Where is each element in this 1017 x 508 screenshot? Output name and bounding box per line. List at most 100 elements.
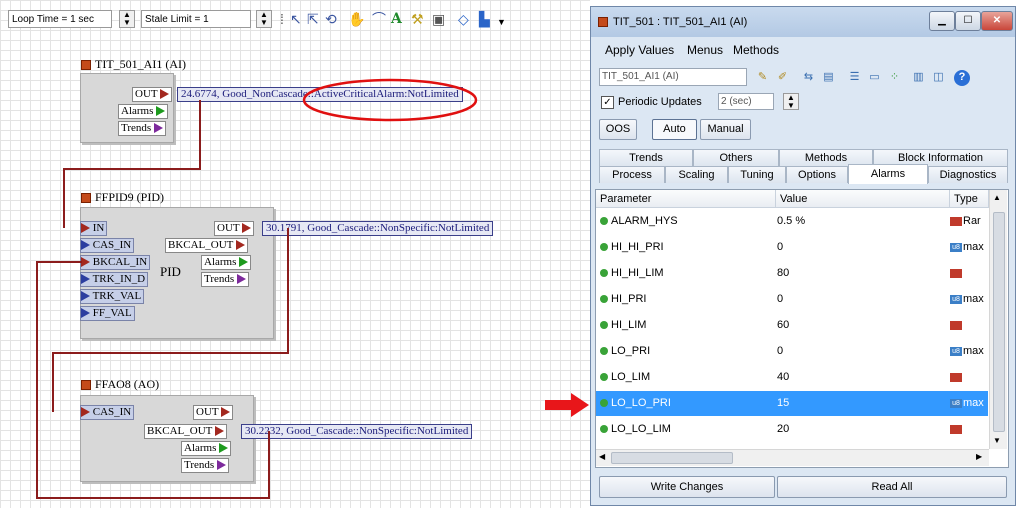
pointer-icon[interactable]: ↖ <box>290 12 302 26</box>
table-row[interactable]: HI_HI_LIM 80 <box>596 261 988 286</box>
monitor-icon[interactable]: ▭ <box>867 70 882 85</box>
pid-trends-port[interactable]: Trends <box>201 272 249 287</box>
table-row[interactable]: HI_PRI 0 u8 max <box>596 287 988 312</box>
mode-manual-button[interactable]: Manual <box>700 119 751 140</box>
ao-bkcal-out-port[interactable]: BKCAL_OUT <box>144 424 227 439</box>
compare-icon[interactable]: ⇆ <box>801 70 816 85</box>
tools-icon[interactable]: ⚒ <box>411 12 424 26</box>
pid-ff-val-port[interactable]: FF_VAL <box>80 306 135 321</box>
wire[interactable] <box>52 352 289 354</box>
interval-spinner[interactable]: ▲ ▼ <box>783 93 799 110</box>
scroll-thumb[interactable] <box>611 452 733 464</box>
color-icon[interactable]: ▙ <box>479 12 490 26</box>
tab-process[interactable]: Process <box>599 166 665 183</box>
tab-diagnostics[interactable]: Diagnostics <box>928 166 1008 183</box>
wire[interactable] <box>199 100 201 170</box>
pid-in-port[interactable]: IN <box>80 221 108 236</box>
close-button[interactable]: ✕ <box>981 11 1013 31</box>
help-icon[interactable]: ? <box>954 70 970 86</box>
tab-trends[interactable]: Trends <box>599 149 693 166</box>
wire[interactable] <box>52 352 54 412</box>
wire[interactable] <box>36 497 270 499</box>
stale-limit-spinner[interactable]: ▲ ▼ <box>256 10 272 28</box>
vertical-scrollbar[interactable]: ▲ ▼ <box>989 190 1007 449</box>
network-icon[interactable]: ⁘ <box>887 70 902 85</box>
table-row[interactable]: LO_PRI 0 u8 max <box>596 339 988 364</box>
text-icon[interactable]: A <box>391 12 402 26</box>
ai-block-title[interactable]: TIT_501_AI1 (AI) <box>81 57 186 72</box>
ao-alarms-port[interactable]: Alarms <box>181 441 232 456</box>
table-row-selected[interactable]: LO_LO_PRI 15 u8 max <box>596 391 988 416</box>
wire[interactable] <box>287 228 289 353</box>
scroll-down-icon[interactable]: ▼ <box>993 436 1001 445</box>
save-icon[interactable]: ▤ <box>821 70 836 85</box>
menu-apply-values[interactable]: Apply Values <box>605 43 674 57</box>
hand-icon[interactable]: ✋ <box>348 12 365 26</box>
horizontal-scrollbar[interactable]: ◀ ▶ <box>596 449 989 466</box>
parameter-grid[interactable]: Parameter Value Type ALARM_HYS 0.5 % Rar H… <box>595 189 1009 468</box>
tag-field[interactable]: TIT_501_AI1 (AI) <box>599 68 747 86</box>
wire[interactable] <box>63 168 65 228</box>
stale-limit-field[interactable]: Stale Limit = 1 <box>141 10 251 28</box>
scroll-up-icon[interactable]: ▲ <box>993 193 1001 202</box>
loop-time-field[interactable]: Loop Time = 1 sec <box>8 10 112 28</box>
rotate-icon[interactable]: ⟲ <box>325 12 337 26</box>
wire[interactable] <box>63 168 201 170</box>
wire[interactable] <box>268 431 270 499</box>
column-header-parameter[interactable]: Parameter <box>596 190 776 208</box>
pid-out-port[interactable]: OUT <box>214 221 255 236</box>
write-changes-button[interactable]: Write Changes <box>599 476 775 498</box>
connect-icon[interactable]: ⌒ <box>372 12 386 26</box>
column-header-type[interactable]: Type <box>950 190 989 208</box>
minimize-button[interactable]: ▁ <box>929 11 955 31</box>
diagram-canvas[interactable]: Loop Time = 1 sec ▲ ▼ Stale Limit = 1 ▲ ▼ … <box>0 0 590 508</box>
pid-trk-val-port[interactable]: TRK_VAL <box>80 289 145 304</box>
edit-all-icon[interactable]: ✐ <box>775 70 790 85</box>
pid-out-value[interactable]: 30.1791, Good_Cascade::NonSpecific:NotLi… <box>262 221 494 236</box>
menu-menus[interactable]: Menus <box>687 43 723 57</box>
menu-methods[interactable]: Methods <box>733 43 779 57</box>
tab-tuning[interactable]: Tuning <box>728 166 786 183</box>
diamond-icon[interactable]: ◇ <box>458 12 469 26</box>
layout-split-icon[interactable]: ◫ <box>931 70 946 85</box>
ao-block-title[interactable]: FFAO8 (AO) <box>81 377 159 392</box>
list-icon[interactable]: ☰ <box>847 70 862 85</box>
loop-time-spinner[interactable]: ▲ ▼ <box>119 10 135 28</box>
table-row[interactable]: LO_LIM 40 <box>596 365 988 390</box>
table-row[interactable]: ALARM_HYS 0.5 % Rar <box>596 209 988 234</box>
wire[interactable] <box>36 261 38 499</box>
tab-others[interactable]: Others <box>693 149 779 166</box>
select-icon[interactable]: ⇱ <box>307 12 319 26</box>
table-row[interactable]: HI_HI_PRI 0 u8 max <box>596 235 988 260</box>
pid-alarms-port[interactable]: Alarms <box>201 255 252 270</box>
pid-trk-in-d-port[interactable]: TRK_IN_D <box>80 272 149 287</box>
table-row[interactable]: HI_LIM 60 <box>596 313 988 338</box>
tab-scaling[interactable]: Scaling <box>665 166 728 183</box>
ao-out-value[interactable]: 30.2232, Good_Cascade::NonSpecific:NotLi… <box>241 424 473 439</box>
read-all-button[interactable]: Read All <box>777 476 1007 498</box>
dialog-titlebar[interactable]: TIT_501 : TIT_501_AI1 (AI) ▁ ☐ ✕ <box>591 7 1015 37</box>
tab-options[interactable]: Options <box>786 166 848 183</box>
scroll-left-icon[interactable]: ◀ <box>599 452 605 461</box>
mode-oos-button[interactable]: OOS <box>599 119 637 140</box>
maximize-button[interactable]: ☐ <box>955 11 981 31</box>
wire[interactable] <box>36 261 82 263</box>
pid-bkcal-out-port[interactable]: BKCAL_OUT <box>165 238 248 253</box>
layout-single-icon[interactable]: ▥ <box>911 70 926 85</box>
table-row[interactable]: LO_LO_LIM 20 <box>596 417 988 442</box>
pid-block-title[interactable]: FFPID9 (PID) <box>81 190 164 205</box>
interval-field[interactable]: 2 (sec) <box>718 93 774 110</box>
scroll-right-icon[interactable]: ▶ <box>976 452 982 461</box>
scroll-thumb[interactable] <box>993 212 1005 432</box>
ao-cas-in-port[interactable]: CAS_IN <box>80 405 135 420</box>
ao-trends-port[interactable]: Trends <box>181 458 229 473</box>
mode-auto-button[interactable]: Auto <box>652 119 697 140</box>
image-icon[interactable]: ▣ <box>432 12 445 26</box>
periodic-updates-checkbox[interactable]: ✓ <box>601 96 614 109</box>
pid-bkcal-in-port[interactable]: BKCAL_IN <box>80 255 151 270</box>
ao-out-port[interactable]: OUT <box>193 405 234 420</box>
ai-out-port[interactable]: OUT <box>132 87 173 102</box>
column-header-value[interactable]: Value <box>776 190 950 208</box>
pid-cas-in-port[interactable]: CAS_IN <box>80 238 135 253</box>
dropdown-icon[interactable]: ▼ <box>497 15 506 29</box>
